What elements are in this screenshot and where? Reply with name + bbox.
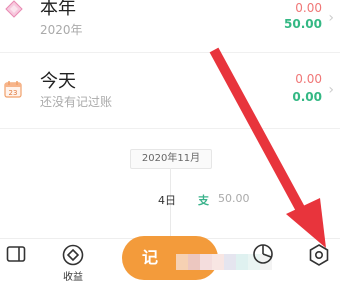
pointer-arrow-icon <box>209 47 326 248</box>
